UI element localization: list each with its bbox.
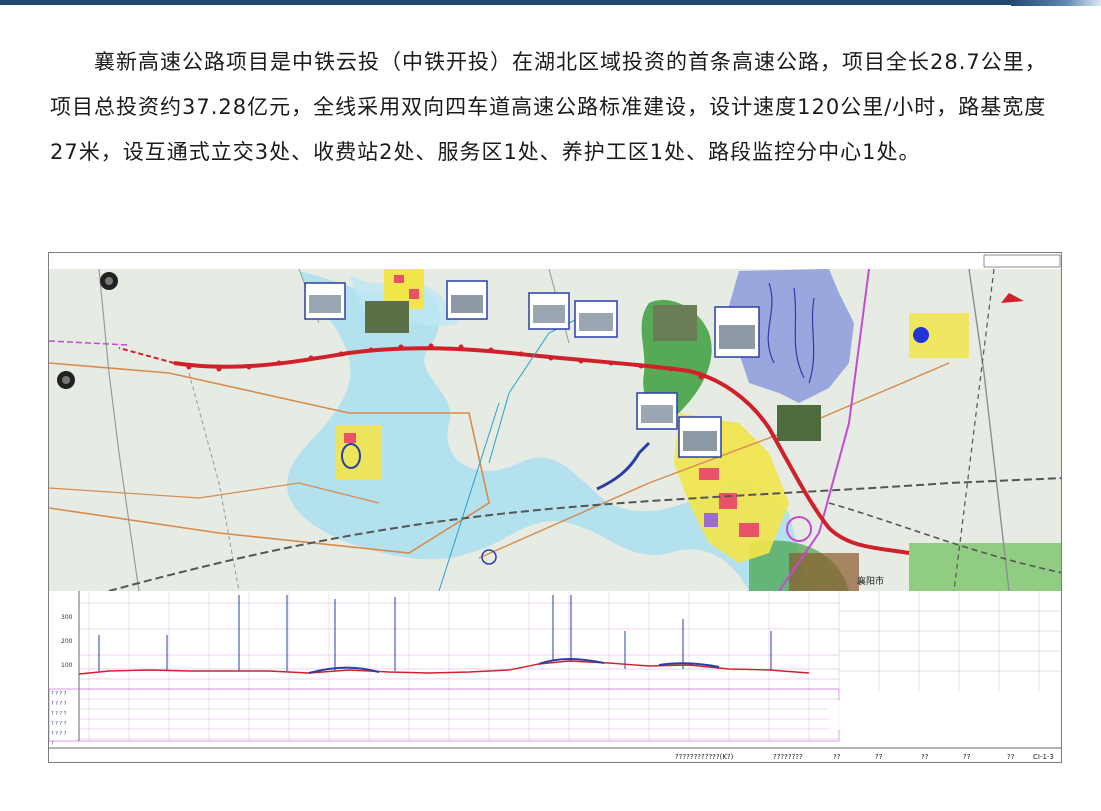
profile-axis-200: 200: [61, 638, 73, 645]
profile-row-label: ? ? ? ?: [51, 711, 67, 717]
title-block-cell: ??: [875, 753, 883, 761]
profile-axis-300: 300: [61, 614, 73, 621]
title-block-cell: ??: [1007, 753, 1015, 761]
place-label-xiangyang: 襄阳市: [857, 575, 884, 587]
longitudinal-profile: 300 200 100 ? ? ? ? ? ? ? ? ? ? ? ? ? ? …: [49, 591, 1061, 762]
route-map-figure: 襄阳市 300 200 100 ? ? ? ? ? ? ? ? ? ? ? ? …: [48, 252, 1062, 763]
title-block-cell: ??: [921, 753, 929, 761]
title-block-cell: ??: [963, 753, 971, 761]
title-block-cell: ??: [833, 753, 841, 761]
profile-row-label: ? ? ? ?: [51, 701, 67, 707]
route-plan-map: 襄阳市: [49, 253, 1061, 591]
title-block-cell: ????????????(K?): [675, 753, 734, 761]
profile-row-label: ?: [51, 741, 54, 747]
profile-row-label: ? ? ? ?: [51, 691, 67, 697]
top-banner-bar: [0, 0, 1101, 6]
title-block-drawing-no: CI-1-3: [1033, 753, 1054, 761]
profile-row-label: ? ? ? ?: [51, 731, 67, 737]
profile-axis-100: 100: [61, 662, 73, 669]
banner-band: [0, 0, 1101, 5]
banner-swoosh: [1011, 0, 1101, 6]
profile-row-label: ? ? ? ?: [51, 721, 67, 727]
title-block-cell: ????????: [773, 753, 803, 761]
article-paragraph: 襄新高速公路项目是中铁云投（中铁开投）在湖北区域投资的首条高速公路，项目全长28…: [50, 50, 1047, 164]
